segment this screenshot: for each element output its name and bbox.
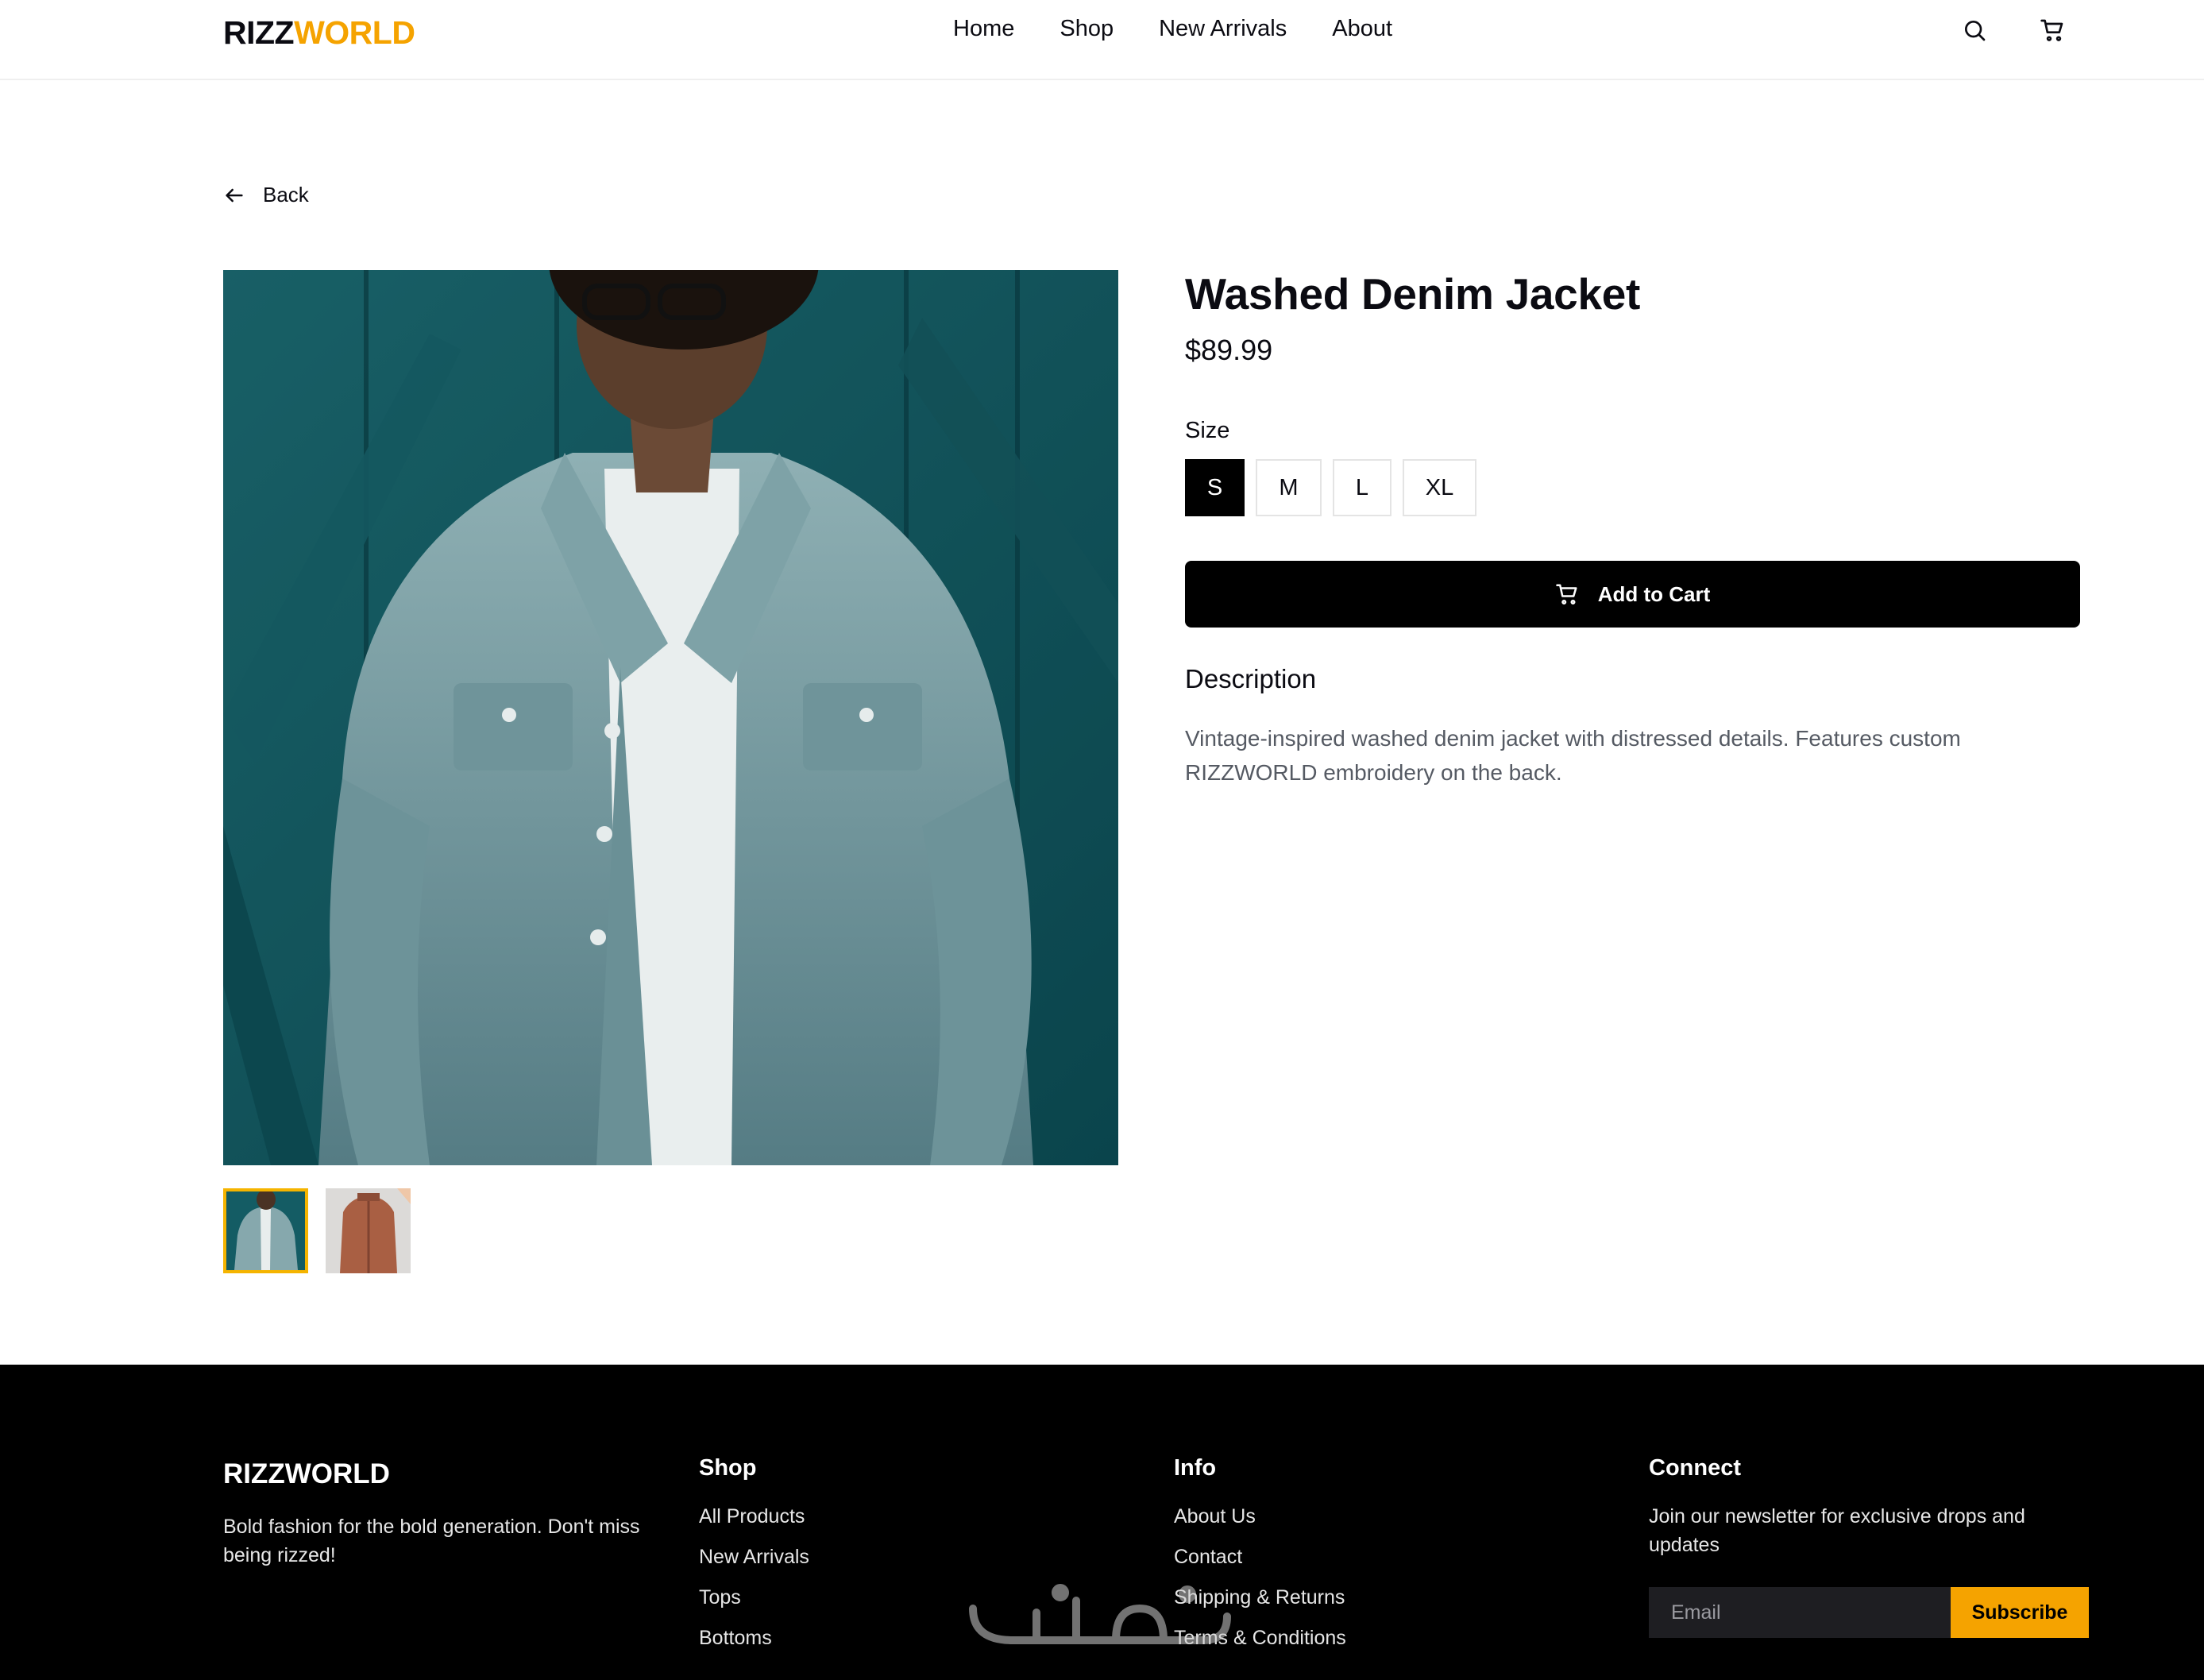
add-to-cart-label: Add to Cart bbox=[1597, 581, 1711, 606]
nav-link-new-arrivals[interactable]: New Arrivals bbox=[1159, 16, 1287, 42]
newsletter-form: Subscribe bbox=[1649, 1587, 2089, 1638]
footer-link-tops[interactable]: Tops bbox=[699, 1586, 809, 1609]
product-main-image bbox=[223, 270, 1118, 1165]
logo-text-part1: RIZZ bbox=[223, 14, 295, 51]
thumbnail-denim-jacket[interactable] bbox=[223, 1188, 308, 1273]
size-label: Size bbox=[1185, 418, 1230, 443]
subscribe-button[interactable]: Subscribe bbox=[1951, 1587, 2089, 1638]
footer-info-heading: Info bbox=[1174, 1455, 1217, 1481]
footer-shop-column: Shop All Products New Arrivals Tops Bott… bbox=[699, 1455, 809, 1667]
footer-link-bottoms[interactable]: Bottoms bbox=[699, 1627, 809, 1650]
add-to-cart-button[interactable]: Add to Cart bbox=[1185, 561, 2080, 628]
site-header: RIZZWORLD Home Shop New Arrivals About bbox=[0, 0, 2204, 80]
footer-connect-text: Join our newsletter for exclusive drops … bbox=[1649, 1505, 2025, 1556]
size-option-s[interactable]: S bbox=[1185, 459, 1245, 516]
footer-link-contact[interactable]: Contact bbox=[1174, 1546, 1346, 1569]
back-label: Back bbox=[263, 183, 309, 207]
product-description: Vintage-inspired washed denim jacket wit… bbox=[1185, 726, 1961, 785]
site-logo[interactable]: RIZZWORLD bbox=[223, 14, 415, 52]
footer-connect-heading: Connect bbox=[1649, 1455, 1741, 1481]
nav-link-home[interactable]: Home bbox=[953, 16, 1014, 42]
arrow-left-icon bbox=[226, 188, 243, 202]
footer-link-all-products[interactable]: All Products bbox=[699, 1505, 809, 1528]
footer-shop-heading: Shop bbox=[699, 1455, 757, 1481]
logo-text-part2: WORLD bbox=[294, 14, 415, 51]
cart-icon[interactable] bbox=[2040, 17, 2065, 43]
size-selector: S M L XL bbox=[1185, 459, 1476, 516]
product-title: Washed Denim Jacket bbox=[1185, 269, 1641, 319]
footer-link-new-arrivals[interactable]: New Arrivals bbox=[699, 1546, 809, 1569]
footer-connect-column: Connect Join our newsletter for exclusiv… bbox=[1649, 1455, 2094, 1559]
size-option-m[interactable]: M bbox=[1256, 459, 1322, 516]
product-price: $89.99 bbox=[1185, 334, 1273, 366]
cart-icon bbox=[1555, 584, 1577, 605]
thumbnail-brown-jacket[interactable] bbox=[326, 1188, 411, 1273]
search-icon[interactable] bbox=[1962, 17, 1987, 43]
description-heading: Description bbox=[1185, 664, 1317, 693]
nav-link-shop[interactable]: Shop bbox=[1060, 16, 1114, 42]
footer-tagline: Bold fashion for the bold generation. Do… bbox=[223, 1516, 640, 1566]
back-link[interactable]: Back bbox=[223, 183, 309, 207]
newsletter-email-input[interactable] bbox=[1649, 1587, 1951, 1638]
nav-link-about[interactable]: About bbox=[1332, 16, 1392, 42]
footer-link-about-us[interactable]: About Us bbox=[1174, 1505, 1346, 1528]
size-option-l[interactable]: L bbox=[1333, 459, 1391, 516]
size-option-xl[interactable]: XL bbox=[1403, 459, 1476, 516]
watermark-logo bbox=[969, 1584, 1231, 1644]
footer-brand: RIZZWORLD bbox=[223, 1458, 390, 1489]
main-nav: Home Shop New Arrivals About bbox=[953, 16, 1392, 42]
